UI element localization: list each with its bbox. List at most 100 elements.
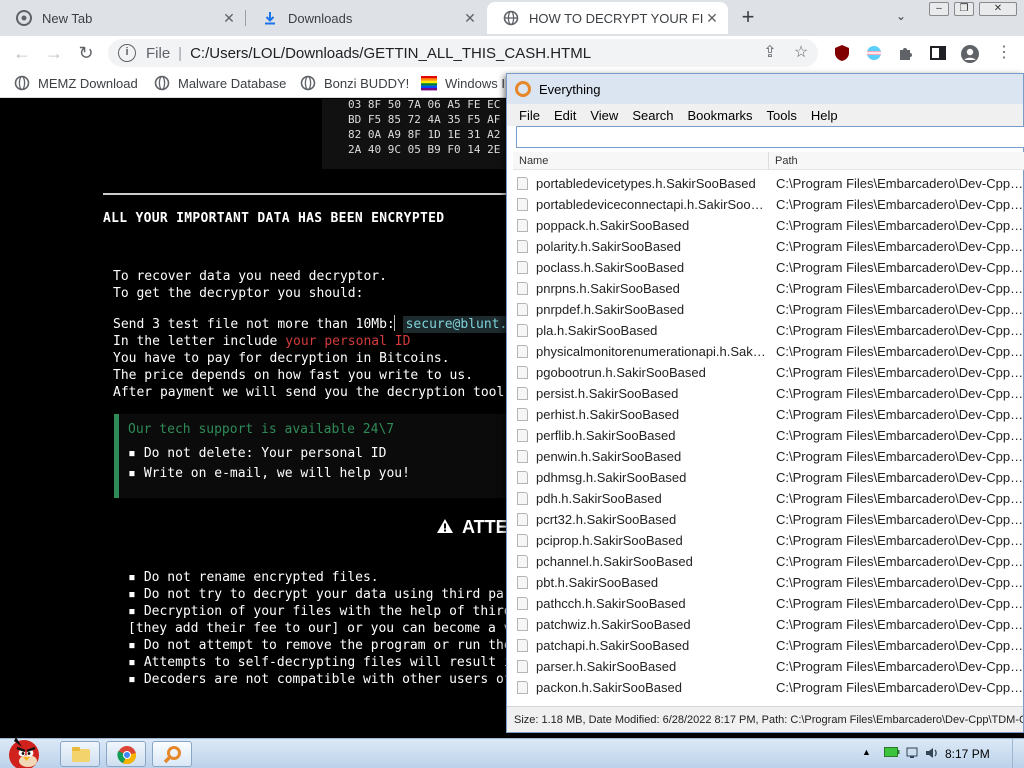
result-row[interactable]: pgobootrun.h.SakirSooBased C:\Program Fil… — [513, 362, 1024, 383]
result-row[interactable]: pdhmsg.h.SakirSooBased C:\Program Files\E… — [513, 467, 1024, 488]
back-button[interactable]: ← — [11, 42, 33, 64]
hex-line: 82 0A A9 8F 1D 1E 31 A2 — [348, 128, 501, 141]
recover-line-2: To get the decryptor you should: — [113, 286, 364, 301]
pride-flag-icon — [421, 76, 437, 91]
result-row[interactable]: poppack.h.SakirSooBased C:\Program Files\… — [513, 215, 1024, 236]
result-row[interactable]: pdh.h.SakirSooBased C:\Program Files\Emba… — [513, 488, 1024, 509]
result-row[interactable]: pnrpns.h.SakirSooBased C:\Program Files\E… — [513, 278, 1024, 299]
show-desktop-button[interactable] — [1012, 739, 1024, 768]
result-row[interactable]: perflib.h.SakirSooBased C:\Program Files\… — [513, 425, 1024, 446]
result-path: C:\Program Files\Embarcadero\Dev-Cpp\TDM… — [776, 323, 1024, 338]
menu-bookmarks[interactable]: Bookmarks — [688, 108, 753, 123]
result-row[interactable]: patchapi.h.SakirSooBased C:\Program Files… — [513, 635, 1024, 656]
status-bar: Size: 1.18 MB, Date Modified: 6/28/2022 … — [507, 706, 1023, 732]
column-divider[interactable] — [768, 152, 769, 170]
bookmark-bonzi-buddy[interactable]: Bonzi BUDDY! — [300, 75, 409, 91]
menu-help[interactable]: Help — [811, 108, 838, 123]
info-icon[interactable]: i — [118, 44, 136, 62]
maximize-button[interactable]: ❐ — [954, 2, 974, 16]
taskbar-explorer-button[interactable] — [60, 741, 100, 767]
result-row[interactable]: pnrpdef.h.SakirSooBased C:\Program Files\… — [513, 299, 1024, 320]
result-row[interactable]: pchannel.h.SakirSooBased C:\Program Files… — [513, 551, 1024, 572]
result-row[interactable]: portabledevicetypes.h.SakirSooBased C:\Pr… — [513, 173, 1024, 194]
result-name: pla.h.SakirSooBased — [536, 323, 658, 338]
extensions-puzzle-icon[interactable] — [897, 44, 915, 62]
result-row[interactable]: poclass.h.SakirSooBased C:\Program Files\… — [513, 257, 1024, 278]
tray-show-hidden-icon[interactable]: ▲ — [862, 747, 871, 757]
column-path[interactable]: Path — [775, 155, 798, 167]
ublock-extension-icon[interactable] — [833, 44, 851, 62]
result-name: pnrpns.h.SakirSooBased — [536, 281, 680, 296]
menu-view[interactable]: View — [590, 108, 618, 123]
result-row[interactable]: persist.h.SakirSooBased C:\Program Files\… — [513, 383, 1024, 404]
result-row[interactable]: perhist.h.SakirSooBased C:\Program Files\… — [513, 404, 1024, 425]
email-address[interactable]: secure@blunt. — [402, 316, 511, 333]
menu-search[interactable]: Search — [632, 108, 673, 123]
globe-icon — [154, 75, 170, 91]
personal-id-text: your personal ID — [285, 334, 411, 349]
tab-search-chevron-icon[interactable]: ⌄ — [896, 9, 906, 23]
file-icon — [517, 576, 528, 589]
network-icon[interactable] — [906, 746, 922, 763]
column-name[interactable]: Name — [519, 155, 548, 167]
results-list[interactable]: portabledevicetypes.h.SakirSooBased C:\Pr… — [513, 173, 1024, 705]
result-row[interactable]: physicalmonitorenumerationapi.h.SakirSoo… — [513, 341, 1024, 362]
volume-icon[interactable] — [925, 746, 939, 763]
result-row[interactable]: pla.h.SakirSooBased C:\Program Files\Emba… — [513, 320, 1024, 341]
result-path: C:\Program Files\Embarcadero\Dev-Cpp\TDM… — [776, 344, 1024, 359]
result-row[interactable]: penwin.h.SakirSooBased C:\Program Files\E… — [513, 446, 1024, 467]
result-row[interactable]: portabledeviceconnectapi.h.SakirSooBased… — [513, 194, 1024, 215]
close-window-button[interactable]: ✕ — [979, 2, 1017, 16]
result-name: perflib.h.SakirSooBased — [536, 428, 676, 443]
bookmark-star-icon[interactable]: ☆ — [792, 44, 810, 62]
bookmark-malware-database[interactable]: Malware Database — [154, 75, 286, 91]
result-row[interactable]: polarity.h.SakirSooBased C:\Program Files… — [513, 236, 1024, 257]
everything-titlebar[interactable]: Everything — [507, 74, 1023, 104]
search-input[interactable] — [516, 126, 1024, 148]
clock[interactable]: 8:17 PM — [945, 747, 990, 761]
result-path: C:\Program Files\Embarcadero\Dev-Cpp\TDM… — [776, 638, 1024, 653]
warning-item: Do not attempt to remove the program or … — [128, 637, 528, 654]
bookmark-windows[interactable]: Windows I — [421, 75, 505, 91]
url-text[interactable]: C:/Users/LOL/Downloads/GETTIN_ALL_THIS_C… — [190, 45, 591, 62]
forward-button[interactable]: → — [43, 42, 65, 64]
taskbar-chrome-button[interactable] — [106, 741, 146, 767]
result-row[interactable]: packon.h.SakirSooBased C:\Program Files\E… — [513, 677, 1024, 698]
tab-decrypt[interactable]: HOW TO DECRYPT YOUR FILE ✕ — [487, 2, 728, 34]
address-bar[interactable]: i File | C:/Users/LOL/Downloads/GETTIN_A… — [108, 39, 818, 67]
angry-bird-start-button[interactable] — [2, 733, 50, 768]
profile-avatar-icon[interactable] — [960, 44, 979, 63]
menu-bar: File Edit View Search Bookmarks Tools He… — [507, 104, 1023, 126]
menu-edit[interactable]: Edit — [554, 108, 576, 123]
result-row[interactable]: pcrt32.h.SakirSooBased C:\Program Files\E… — [513, 509, 1024, 530]
close-icon[interactable]: ✕ — [704, 10, 720, 26]
menu-tools[interactable]: Tools — [767, 108, 797, 123]
result-path: C:\Program Files\Embarcadero\Dev-Cpp\TDM… — [776, 428, 1024, 443]
new-tab-button[interactable]: + — [737, 6, 759, 29]
menu-file[interactable]: File — [519, 108, 540, 123]
battery-icon[interactable] — [884, 746, 900, 761]
warning-continuation: [they add their fee to our] or you can b… — [128, 621, 512, 636]
kebab-menu-icon[interactable]: ⋮ — [995, 44, 1013, 62]
close-icon[interactable]: ✕ — [221, 10, 237, 26]
tab-downloads[interactable]: Downloads ✕ — [246, 2, 486, 34]
result-row[interactable]: pathcch.h.SakirSooBased C:\Program Files\… — [513, 593, 1024, 614]
share-icon[interactable]: ⇪ — [761, 44, 779, 62]
close-icon[interactable]: ✕ — [462, 10, 478, 26]
everything-window[interactable]: Everything File Edit View Search Bookmar… — [506, 73, 1024, 733]
tab-new-tab[interactable]: New Tab ✕ — [0, 2, 245, 34]
side-panel-icon[interactable] — [929, 44, 947, 62]
result-row[interactable]: pciprop.h.SakirSooBased C:\Program Files\… — [513, 530, 1024, 551]
file-icon — [517, 513, 528, 526]
result-row[interactable]: parser.h.SakirSooBased C:\Program Files\E… — [513, 656, 1024, 677]
result-row[interactable]: pbt.h.SakirSooBased C:\Program Files\Emba… — [513, 572, 1024, 593]
reload-button[interactable]: ↻ — [75, 42, 97, 64]
hex-line: BD F5 85 72 4A 35 F5 AF — [348, 113, 501, 126]
pride-extension-icon[interactable] — [865, 44, 883, 62]
result-row[interactable]: patchwiz.h.SakirSooBased C:\Program Files… — [513, 614, 1024, 635]
result-path: C:\Program Files\Embarcadero\Dev-Cpp\TDM… — [776, 449, 1024, 464]
bookmark-memz[interactable]: MEMZ Download — [14, 75, 138, 91]
taskbar-everything-button[interactable] — [152, 741, 192, 767]
minimize-button[interactable]: – — [929, 2, 949, 16]
chrome-icon — [16, 10, 32, 26]
